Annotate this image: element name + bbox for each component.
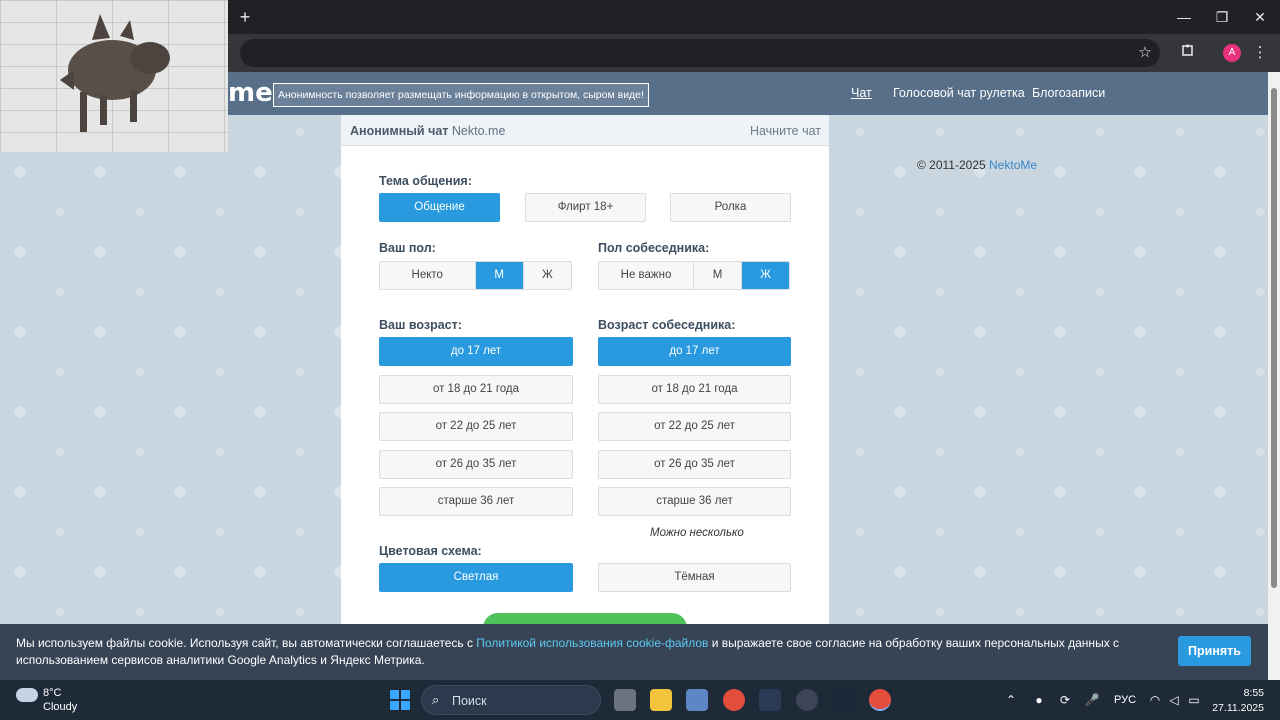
my-gender-male[interactable]: М <box>475 262 524 289</box>
my-gender-label: Ваш пол: <box>379 241 436 255</box>
windows-start-icon[interactable] <box>390 690 410 710</box>
cookie-banner: Мы используем файлы cookie. Используя са… <box>0 624 1268 680</box>
language-indicator[interactable]: РУС <box>1114 694 1136 706</box>
cloud-icon[interactable] <box>16 688 38 702</box>
panel-title-text: Анонимный чат <box>350 124 449 138</box>
close-window-button[interactable]: ✕ <box>1248 6 1272 28</box>
file-explorer-icon[interactable] <box>650 689 672 711</box>
cookie-text-before: Мы используем файлы cookie. Используя са… <box>16 636 477 650</box>
cookie-text: Мы используем файлы cookie. Используя са… <box>16 635 1126 669</box>
my-gender-female[interactable]: Ж <box>523 262 571 289</box>
panel-header: Анонимный чат Nekto.me Начните чат <box>341 115 829 146</box>
bookmark-star-icon[interactable]: ☆ <box>1135 43 1155 63</box>
scrollbar-thumb[interactable] <box>1271 88 1277 588</box>
site-logo[interactable]: me <box>228 78 273 108</box>
partner-age-option[interactable]: от 18 до 21 года <box>598 375 791 404</box>
app-icon[interactable] <box>796 689 818 711</box>
multi-select-hint: Можно несколько <box>650 527 744 539</box>
restore-button[interactable]: ❐ <box>1210 6 1234 28</box>
weather-description[interactable]: Cloudy <box>43 701 77 713</box>
copyright-link[interactable]: NektoMe <box>989 158 1037 172</box>
nav-link-blog[interactable]: Блогозаписи <box>1032 86 1105 100</box>
partner-gender-label: Пол собеседника: <box>598 241 710 255</box>
partner-age-option[interactable]: до 17 лет <box>598 337 791 366</box>
search-icon: ⌕ <box>432 692 440 707</box>
theme-light-button[interactable]: Светлая <box>379 563 573 592</box>
my-age-option[interactable]: до 17 лет <box>379 337 573 366</box>
boar-image <box>60 14 170 132</box>
browser-menu-button[interactable]: ⋮ <box>1250 43 1270 63</box>
clock-time[interactable]: 8:55 <box>1230 687 1264 699</box>
my-gender-any[interactable]: Некто <box>380 262 476 289</box>
panel-site-name: Nekto.me <box>451 124 506 138</box>
my-age-label: Ваш возраст: <box>379 318 462 332</box>
partner-gender-male[interactable]: М <box>694 262 742 289</box>
nav-link-chat[interactable]: Чат <box>851 86 872 100</box>
my-age-option[interactable]: от 26 до 35 лет <box>379 450 573 479</box>
partner-age-option[interactable]: от 26 до 35 лет <box>598 450 791 479</box>
nav-link-voice-roulette[interactable]: Голосовой чат рулетка <box>893 86 1025 100</box>
sync-icon[interactable]: ⟳ <box>1057 692 1073 708</box>
topic-roleplay-button[interactable]: Ролка <box>670 193 791 222</box>
clock-date[interactable]: 27.11.2025 <box>1200 702 1264 714</box>
chevron-up-icon[interactable]: ⌃ <box>1003 692 1019 708</box>
cookie-policy-link[interactable]: Политикой использования cookie-файлов <box>476 636 708 650</box>
page-scrollbar[interactable] <box>1268 72 1280 680</box>
profile-avatar[interactable]: A <box>1223 44 1241 62</box>
windows-taskbar: 8°C Cloudy ⌕ Поиск ⌃ ● ⟳ 🎤 РУС ◠ ◁ ▭ 8:5… <box>0 680 1280 720</box>
web-page: me Анонимность позволяет размещать инфор… <box>0 72 1268 680</box>
topic-chat-button[interactable]: Общение <box>379 193 500 222</box>
minimize-button[interactable]: — <box>1172 6 1196 28</box>
task-view-icon[interactable] <box>614 689 636 711</box>
partner-gender-any[interactable]: Не важно <box>599 262 694 289</box>
app-icon[interactable] <box>759 689 781 711</box>
my-age-option[interactable]: от 22 до 25 лет <box>379 412 573 441</box>
accept-cookies-button[interactable]: Принять <box>1178 636 1251 666</box>
partner-gender-selector: Не важно М Ж <box>598 261 790 290</box>
video-overlay <box>0 0 228 152</box>
steam-icon[interactable] <box>832 689 854 711</box>
topic-label: Тема общения: <box>379 174 472 188</box>
partner-age-option[interactable]: от 22 до 25 лет <box>598 412 791 441</box>
chrome-active-icon[interactable] <box>869 689 891 711</box>
address-bar[interactable] <box>240 39 1160 67</box>
chrome-icon[interactable] <box>723 689 745 711</box>
partner-age-option[interactable]: старше 36 лет <box>598 487 791 516</box>
copyright-text: © 2011-2025 <box>917 158 990 172</box>
copyright: © 2011-2025 NektoMe <box>917 158 1037 172</box>
volume-icon[interactable]: ◁ <box>1166 692 1182 708</box>
topic-flirt-button[interactable]: Флирт 18+ <box>525 193 646 222</box>
start-chat-link[interactable]: Начните чат <box>750 124 821 138</box>
my-age-option[interactable]: старше 36 лет <box>379 487 573 516</box>
panel-title: Анонимный чат Nekto.me <box>350 124 505 138</box>
extensions-puzzle-icon[interactable] <box>1178 43 1198 63</box>
store-icon[interactable] <box>686 689 708 711</box>
site-tagline: Анонимность позволяет размещать информац… <box>273 83 649 107</box>
my-gender-selector: Некто М Ж <box>379 261 572 290</box>
new-tab-button[interactable]: + <box>236 8 254 26</box>
search-label: Поиск <box>452 694 487 708</box>
microphone-icon[interactable]: 🎤 <box>1084 692 1100 708</box>
theme-dark-button[interactable]: Тёмная <box>598 563 791 592</box>
partner-gender-female[interactable]: Ж <box>742 262 789 289</box>
tray-app-icon[interactable]: ● <box>1031 692 1047 708</box>
wifi-icon[interactable]: ◠ <box>1147 692 1163 708</box>
partner-age-label: Возраст собеседника: <box>598 318 736 332</box>
theme-label: Цветовая схема: <box>379 544 482 558</box>
weather-temperature[interactable]: 8°C <box>43 687 61 699</box>
taskbar-search[interactable]: ⌕ Поиск <box>421 685 601 715</box>
my-age-option[interactable]: от 18 до 21 года <box>379 375 573 404</box>
